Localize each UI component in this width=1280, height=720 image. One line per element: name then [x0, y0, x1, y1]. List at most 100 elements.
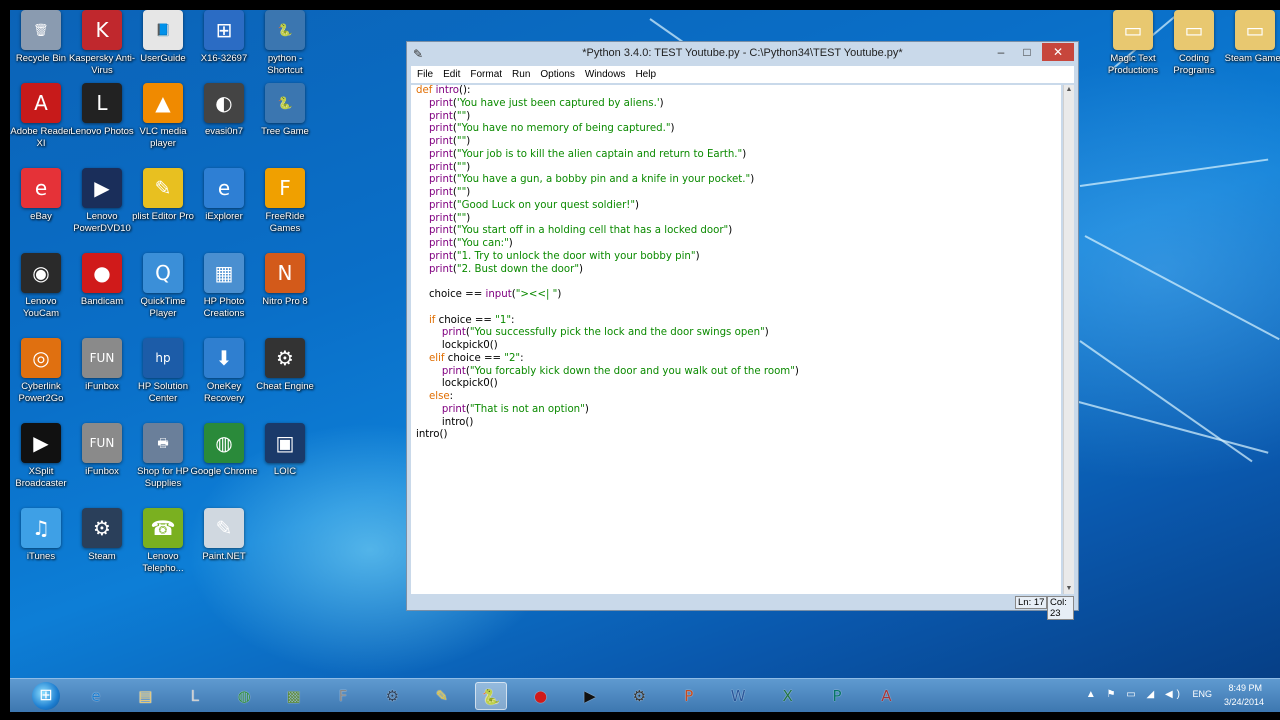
code-line[interactable]: print("") — [416, 213, 799, 226]
desktop-icon[interactable]: 🐍 Tree Game — [251, 83, 319, 138]
desktop-icon[interactable]: ◍ Google Chrome — [190, 423, 258, 478]
lenovo-app-icon[interactable]: L — [179, 682, 211, 710]
menu-format[interactable]: Format — [466, 66, 506, 83]
desktop-icon[interactable]: e eBay — [10, 168, 75, 223]
desktop-icon[interactable]: ⬇ OneKey Recovery — [190, 338, 258, 405]
menu-help[interactable]: Help — [631, 66, 660, 83]
code-line[interactable]: lockpick0() — [416, 340, 799, 353]
code-line[interactable]: print("") — [416, 111, 799, 124]
desktop-icon[interactable]: 🖶 Shop for HP Supplies — [129, 423, 197, 490]
code-line[interactable]: print("That is not an option") — [416, 404, 799, 417]
code-line[interactable]: elif choice == "2": — [416, 353, 799, 366]
ifunbox-taskbar-icon[interactable]: F — [327, 682, 359, 710]
desktop-icon[interactable]: ⊞ X16-32697 — [190, 10, 258, 65]
code-line[interactable]: print("1. Try to unlock the door with yo… — [416, 251, 799, 264]
code-line[interactable]: intro() — [416, 429, 799, 442]
access-taskbar-icon[interactable]: A — [870, 682, 902, 710]
code-line[interactable]: print("You start off in a holding cell t… — [416, 225, 799, 238]
powerpoint-taskbar-icon[interactable]: P — [673, 682, 705, 710]
desktop-icon[interactable]: ▭ Magic Text Productions — [1099, 10, 1167, 77]
steam-taskbar-icon[interactable]: ⚙ — [376, 682, 408, 710]
scroll-up-arrow-icon[interactable]: ▲ — [1064, 85, 1074, 95]
chrome-taskbar-icon[interactable]: ◍ — [228, 682, 260, 710]
code-line[interactable] — [416, 276, 799, 289]
minimize-button[interactable]: – — [988, 43, 1014, 61]
code-line[interactable]: print("Good Luck on your quest soldier!"… — [416, 200, 799, 213]
cheat-engine-taskbar-icon[interactable]: ⚙ — [623, 682, 655, 710]
desktop-icon[interactable]: N Nitro Pro 8 — [251, 253, 319, 308]
desktop-icon[interactable]: 🗑 Recycle Bin — [10, 10, 75, 65]
desktop-icon[interactable]: ✎ Paint.NET — [190, 508, 258, 563]
desktop-icon[interactable]: ♫ iTunes — [10, 508, 75, 563]
clock-time[interactable]: 8:49 PM — [1212, 683, 1262, 693]
menu-run[interactable]: Run — [508, 66, 534, 83]
code-line[interactable]: print('You have just been captured by al… — [416, 98, 799, 111]
xsplit-taskbar-icon[interactable]: ▶ — [574, 682, 606, 710]
menu-windows[interactable]: Windows — [581, 66, 630, 83]
code-line[interactable]: if choice == "1": — [416, 315, 799, 328]
code-line[interactable]: intro() — [416, 417, 799, 430]
menu-edit[interactable]: Edit — [439, 66, 464, 83]
code-line[interactable]: print("") — [416, 136, 799, 149]
menu-file[interactable]: File — [413, 66, 437, 83]
desktop-icon[interactable]: FUN iFunbox — [68, 338, 136, 393]
file-explorer-icon[interactable]: ▤ — [129, 682, 161, 710]
desktop-icon[interactable]: ▣ LOIC — [251, 423, 319, 478]
menu-options[interactable]: Options — [536, 66, 578, 83]
code-line[interactable]: print("You have no memory of being captu… — [416, 123, 799, 136]
desktop-icon[interactable]: ▶ XSplit Broadcaster — [10, 423, 75, 490]
desktop-icon[interactable]: ▭ Coding Programs — [1160, 10, 1228, 77]
desktop-icon[interactable]: ◎ Cyberlink Power2Go — [10, 338, 75, 405]
code-line[interactable]: print("") — [416, 162, 799, 175]
desktop-icon[interactable]: FUN iFunbox — [68, 423, 136, 478]
tray-icons[interactable]: ▲ ⚑ ▭ ◢ ◀) — [1086, 689, 1184, 700]
python-idle-taskbar-icon[interactable]: 🐍 — [475, 682, 508, 710]
desktop-icon[interactable]: ▦ HP Photo Creations — [190, 253, 258, 320]
desktop-icon[interactable]: F FreeRide Games — [251, 168, 319, 235]
desktop-icon[interactable]: ▭ Steam Games — [1221, 10, 1280, 65]
desktop-icon[interactable]: L Lenovo Photos — [68, 83, 136, 138]
title-bar[interactable]: ✎ *Python 3.4.0: TEST Youtube.py - C:\Py… — [407, 42, 1078, 66]
vertical-scrollbar[interactable]: ▲ ▼ — [1063, 85, 1074, 594]
desktop-icon[interactable]: e iExplorer — [190, 168, 258, 223]
desktop-icon[interactable]: ☎ Lenovo Telepho... — [129, 508, 197, 575]
desktop-icon[interactable]: ✎ plist Editor Pro — [129, 168, 197, 223]
maximize-button[interactable]: □ — [1014, 43, 1040, 61]
desktop-icon[interactable]: 🐍 python - Shortcut — [251, 10, 319, 77]
desktop-icon[interactable]: ⚙ Cheat Engine — [251, 338, 319, 393]
desktop-icon[interactable]: ◉ Lenovo YouCam — [10, 253, 75, 320]
code-line[interactable]: def intro(): — [416, 85, 799, 98]
clock-date[interactable]: 3/24/2014 — [1204, 697, 1264, 707]
code-line[interactable]: print("Your job is to kill the alien cap… — [416, 149, 799, 162]
ie-icon[interactable]: e — [80, 682, 112, 710]
notes-taskbar-icon[interactable]: ✎ — [426, 682, 458, 710]
publisher-taskbar-icon[interactable]: P — [821, 682, 853, 710]
code-text[interactable]: def intro(): print('You have just been c… — [416, 85, 799, 442]
desktop-icon[interactable]: ▶ Lenovo PowerDVD10 — [68, 168, 136, 235]
code-line[interactable]: print("") — [416, 187, 799, 200]
code-editor[interactable]: def intro(): print('You have just been c… — [411, 85, 1061, 594]
desktop-icon[interactable]: K Kaspersky Anti-Virus — [68, 10, 136, 77]
idle-editor-window[interactable]: ✎ *Python 3.4.0: TEST Youtube.py - C:\Py… — [406, 41, 1079, 620]
desktop-icon[interactable]: hp HP Solution Center — [129, 338, 197, 405]
start-button[interactable]: ⊞ — [32, 682, 60, 710]
code-line[interactable]: print("You forcably kick down the door a… — [416, 366, 799, 379]
code-line[interactable]: lockpick0() — [416, 378, 799, 391]
desktop-icon[interactable]: ● Bandicam — [68, 253, 136, 308]
desktop-icon[interactable]: ▲ VLC media player — [129, 83, 197, 150]
desktop-icon[interactable]: ◐ evasi0n7 — [190, 83, 258, 138]
excel-taskbar-icon[interactable]: X — [772, 682, 804, 710]
code-line[interactable]: print("2. Bust down the door") — [416, 264, 799, 277]
code-line[interactable]: print("You can:") — [416, 238, 799, 251]
code-line[interactable]: print("You have a gun, a bobby pin and a… — [416, 174, 799, 187]
close-button[interactable]: ✕ — [1042, 43, 1074, 61]
minecraft-icon[interactable]: ▩ — [278, 682, 310, 710]
word-taskbar-icon[interactable]: W — [722, 682, 754, 710]
desktop-icon[interactable]: A Adobe Reader XI — [10, 83, 75, 150]
desktop-icon[interactable]: Q QuickTime Player — [129, 253, 197, 320]
code-line[interactable] — [416, 302, 799, 315]
bandicam-taskbar-icon[interactable]: ● — [525, 682, 557, 710]
code-line[interactable]: choice == input("><<| ") — [416, 289, 799, 302]
code-line[interactable]: else: — [416, 391, 799, 404]
desktop-icon[interactable]: ⚙ Steam — [68, 508, 136, 563]
